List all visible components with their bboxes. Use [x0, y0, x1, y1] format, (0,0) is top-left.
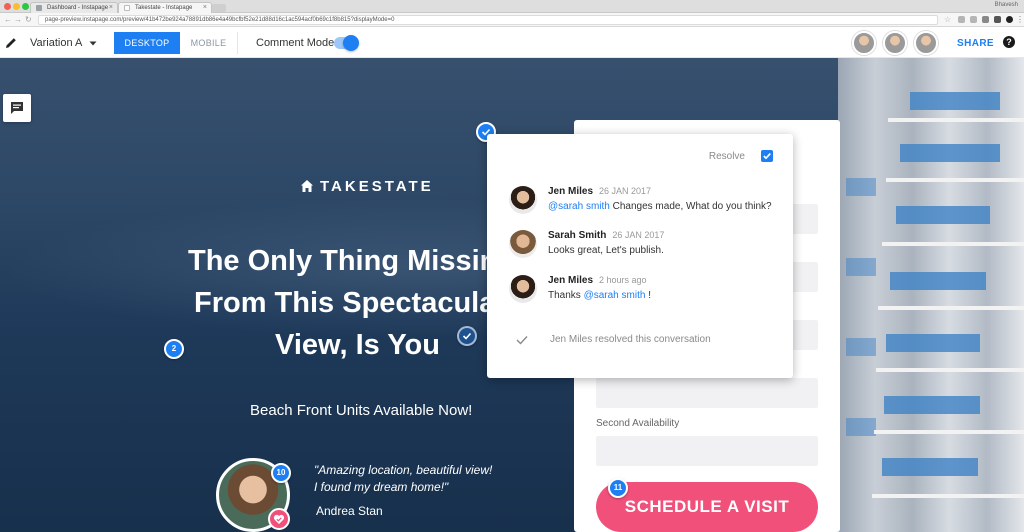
author-name: Sarah Smith	[548, 230, 607, 241]
collaborator-avatar[interactable]	[852, 31, 876, 55]
new-tab-button[interactable]	[212, 4, 226, 12]
house-icon	[301, 180, 313, 192]
author-name: Jen Miles	[548, 275, 594, 286]
resolved-text: Jen Miles resolved this conversation	[550, 334, 711, 345]
share-button[interactable]: SHARE	[957, 38, 994, 49]
bookmark-star-icon[interactable]: ☆	[944, 15, 951, 25]
comment-text: Thanks @sarah smith !	[548, 290, 651, 301]
hero-subline: Beach Front Units Available Now!	[250, 402, 473, 419]
second-availability-label: Second Availability	[596, 418, 680, 429]
hero-headline: The Only Thing Missing From This Spectac…	[150, 240, 490, 366]
toggle-knob	[343, 35, 359, 51]
url-input[interactable]: page-preview.instapage.com/preview/41b47…	[38, 15, 938, 25]
comment-pin-11[interactable]: 11	[608, 478, 628, 498]
comment-author: Jen Miles 2 hours ago	[548, 275, 647, 286]
mention-link[interactable]: @sarah smith	[548, 201, 610, 212]
second-availability-input[interactable]	[596, 436, 818, 466]
comment-author: Jen Miles 26 JAN 2017	[548, 186, 651, 197]
tab-title: Dashboard - Instapage	[47, 5, 109, 11]
brand-logo: TAKESTATE	[301, 178, 434, 195]
reload-icon[interactable]: ↻	[25, 15, 32, 25]
extension-icon[interactable]	[1006, 16, 1013, 23]
comment-body: !	[645, 290, 651, 301]
tab-title: Takestate - Instapage	[135, 5, 193, 11]
desktop-view-button[interactable]: DESKTOP	[114, 32, 180, 54]
collaborator-avatar[interactable]	[883, 31, 907, 55]
browser-address-bar: ← → ↻ page-preview.instapage.com/preview…	[0, 13, 1024, 27]
chevron-down-icon[interactable]	[88, 38, 98, 48]
extension-icon[interactable]	[958, 16, 965, 23]
quote-line-1: "Amazing location, beautiful view!	[314, 463, 493, 477]
comment-date: 26 JAN 2017	[599, 186, 652, 196]
quote-line-2: I found my dream home!"	[314, 480, 449, 494]
heart-check-icon	[273, 514, 285, 524]
editor-toolbar: Variation A DESKTOP MOBILE Comment Mode …	[0, 28, 1024, 58]
schedule-visit-button[interactable]: SCHEDULE A VISIT	[596, 482, 818, 532]
testimonial-quote: "Amazing location, beautiful view! I fou…	[314, 462, 492, 496]
comment-prefix: Thanks	[548, 290, 584, 301]
headline-line-2: From This Spectacular	[194, 287, 490, 319]
comment-date: 2 hours ago	[599, 275, 647, 285]
mention-link[interactable]: @sarah smith	[584, 290, 646, 301]
brand-name: TAKESTATE	[320, 178, 434, 195]
comment-thread-popup: Resolve Jen Miles 26 JAN 2017 @sarah smit…	[487, 134, 793, 378]
form-input[interactable]	[596, 378, 818, 408]
browser-profile-name[interactable]: Bhavesh	[995, 2, 1018, 8]
collaborator-avatar[interactable]	[914, 31, 938, 55]
comment-mode-label: Comment Mode	[256, 37, 335, 49]
comment-pin-10[interactable]: 10	[271, 463, 291, 483]
comment-text: Looks great, Let's publish.	[548, 245, 664, 256]
browser-tab-takestate[interactable]: Takestate - Instapage ×	[118, 2, 212, 13]
page-favicon-icon	[124, 5, 130, 11]
check-icon	[462, 332, 472, 340]
maximize-window-dot[interactable]	[22, 3, 29, 10]
mobile-view-button[interactable]: MOBILE	[180, 32, 238, 54]
comment-pin-2[interactable]: 2	[164, 339, 184, 359]
heart-badge	[268, 508, 290, 530]
forward-arrow-icon[interactable]: →	[14, 15, 22, 25]
headline-line-1: The Only Thing Missing	[188, 245, 490, 277]
pencil-icon[interactable]	[4, 36, 18, 50]
comment-icon	[11, 102, 23, 114]
browser-menu-icon[interactable]: ⋮	[1016, 15, 1024, 25]
back-arrow-icon[interactable]: ←	[4, 15, 12, 25]
testimonial-author: Andrea Stan	[316, 504, 383, 518]
avatar	[509, 275, 537, 303]
browser-tab-dashboard[interactable]: Dashboard - Instapage ×	[30, 2, 118, 13]
minimize-window-dot[interactable]	[13, 3, 20, 10]
avatar	[509, 230, 537, 258]
close-tab-icon[interactable]: ×	[203, 4, 207, 11]
resolve-label: Resolve	[708, 151, 745, 162]
extension-icon[interactable]	[970, 16, 977, 23]
avatar	[509, 186, 537, 214]
check-icon	[763, 153, 771, 160]
building-image	[838, 58, 1024, 532]
comment-mode-toggle[interactable]	[334, 35, 359, 51]
close-tab-icon[interactable]: ×	[109, 4, 113, 11]
extension-icon[interactable]	[994, 16, 1001, 23]
comment-text: @sarah smith Changes made, What do you t…	[548, 201, 772, 212]
comment-date: 26 JAN 2017	[612, 230, 665, 240]
help-icon[interactable]: ?	[1003, 36, 1015, 48]
comment-body: Changes made, What do you think?	[609, 201, 772, 212]
variation-selector[interactable]: Variation A	[30, 37, 82, 49]
resolved-note: Jen Miles resolved this conversation	[515, 334, 711, 345]
comments-panel-button[interactable]	[3, 94, 31, 122]
check-icon	[516, 336, 528, 345]
comment-pin-resolved-faded[interactable]	[457, 326, 477, 346]
instapage-favicon-icon	[36, 5, 42, 11]
browser-tab-bar: Dashboard - Instapage × Takestate - Inst…	[0, 0, 1024, 13]
comment-author: Sarah Smith 26 JAN 2017	[548, 230, 664, 241]
author-name: Jen Miles	[548, 186, 594, 197]
page-preview-canvas: TAKESTATE The Only Thing Missing From Th…	[0, 58, 1024, 532]
extension-icon[interactable]	[982, 16, 989, 23]
close-window-dot[interactable]	[4, 3, 11, 10]
resolve-checkbox[interactable]	[761, 150, 773, 162]
